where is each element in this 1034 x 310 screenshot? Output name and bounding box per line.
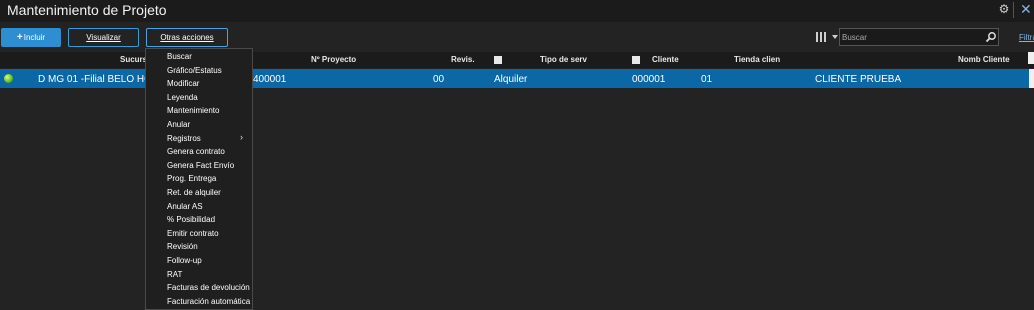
scrollbar-thumb[interactable] — [1028, 52, 1034, 64]
menu-item-revision[interactable]: Revisión — [167, 242, 198, 251]
search-field[interactable] — [839, 28, 999, 46]
menu-item-leyenda[interactable]: Leyenda — [167, 93, 198, 102]
search-input[interactable] — [842, 30, 980, 44]
cell-tipo: Alquiler — [494, 74, 528, 85]
divider — [1013, 2, 1014, 18]
sort-icon[interactable] — [632, 56, 640, 64]
title-bar: Mantenimiento de Projeto ⚙ ✕ — [0, 0, 1034, 22]
menu-item-facturacion-automatica[interactable]: Facturación automática — [167, 297, 250, 306]
visualizar-button[interactable]: Visualizar — [68, 28, 139, 47]
menu-item-genera-fact-envio[interactable]: Genera Fact Envío — [167, 161, 234, 170]
menu-item-grafico-estatus[interactable]: Gráfico/Estatus — [167, 66, 222, 75]
menu-item-buscar[interactable]: Buscar — [167, 52, 192, 61]
close-icon[interactable]: ✕ — [1020, 1, 1032, 17]
cell-sucursal: D MG 01 -Filial BELO HO — [38, 74, 152, 85]
incluir-label: Incluir — [23, 33, 46, 42]
menu-item-anular-as[interactable]: Anular AS — [167, 202, 203, 211]
menu-item-anular[interactable]: Anular — [167, 120, 190, 129]
menu-item-mantenimiento[interactable]: Mantenimiento — [167, 106, 219, 115]
header-tienda-clien[interactable]: Tienda clien — [734, 55, 780, 64]
filtrar-link[interactable]: Filtrar — [1019, 33, 1034, 42]
scrollbar-track[interactable] — [1029, 69, 1034, 88]
plus-icon: + — [16, 32, 23, 43]
columns-icon[interactable] — [816, 32, 828, 42]
search-icon[interactable] — [985, 31, 997, 43]
menu-item-ret-alquiler[interactable]: Ret. de alquiler — [167, 188, 221, 197]
menu-item-modificar[interactable]: Modificar — [167, 79, 199, 88]
cell-nombre: CLIENTE PRUEBA — [815, 74, 902, 85]
menu-item-facturas-devolucion[interactable]: Facturas de devolución — [167, 283, 250, 292]
header-cliente[interactable]: Cliente — [652, 55, 679, 64]
menu-item-emitir-contrato[interactable]: Emitir contrato — [167, 229, 219, 238]
sort-icon[interactable] — [494, 56, 502, 64]
menu-item-rat[interactable]: RAT — [167, 270, 182, 279]
status-dot-icon — [4, 74, 13, 83]
cell-cliente: 000001 — [632, 74, 666, 85]
chevron-right-icon: › — [240, 132, 243, 142]
menu-item-posibilidad[interactable]: % Posibilidad — [167, 215, 215, 224]
otras-acciones-button[interactable]: Otras acciones — [146, 28, 228, 47]
menu-item-follow-up[interactable]: Follow-up — [167, 256, 202, 265]
cell-proyecto: 400001 — [253, 74, 287, 85]
header-revis[interactable]: Revis. — [451, 55, 475, 64]
cell-tienda: 01 — [701, 74, 713, 85]
incluir-button[interactable]: +Incluir — [1, 28, 61, 47]
gear-icon[interactable]: ⚙ — [998, 3, 1010, 15]
cell-revis: 00 — [433, 74, 445, 85]
header-tipo-serv[interactable]: Tipo de serv — [540, 55, 587, 64]
menu-item-prog-entrega[interactable]: Prog. Entrega — [167, 174, 216, 183]
page-title: Mantenimiento de Projeto — [7, 2, 167, 18]
chevron-down-icon[interactable] — [832, 35, 838, 39]
header-nomb-cliente[interactable]: Nomb Cliente — [958, 55, 1010, 64]
header-proyecto[interactable]: Nº Proyecto — [311, 55, 356, 64]
otras-acciones-menu: Buscar Gráfico/Estatus Modificar Leyenda… — [145, 48, 253, 310]
menu-item-genera-contrato[interactable]: Genera contrato — [167, 147, 225, 156]
menu-item-registros[interactable]: Registros — [167, 134, 201, 143]
